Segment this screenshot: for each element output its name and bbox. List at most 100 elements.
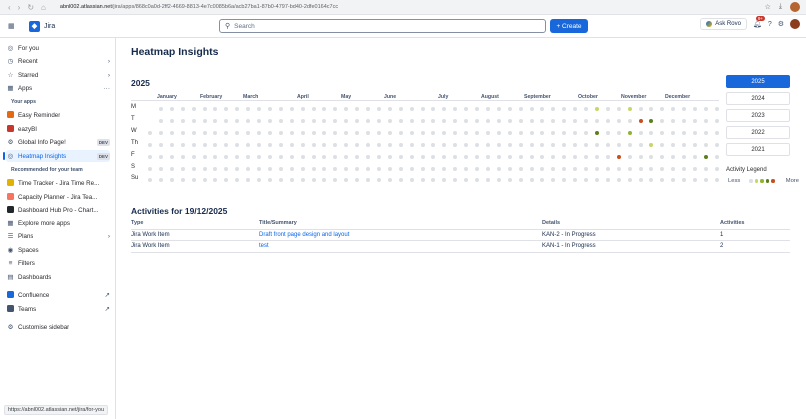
heatmap-cell[interactable] xyxy=(246,130,251,135)
heatmap-cell[interactable] xyxy=(289,142,294,147)
heatmap-cell[interactable] xyxy=(507,107,512,111)
heatmap-cell[interactable] xyxy=(409,154,414,159)
heatmap-cell[interactable] xyxy=(453,118,458,123)
heatmap-cell[interactable] xyxy=(649,166,654,171)
heatmap-cell[interactable] xyxy=(453,130,458,135)
heatmap-cell[interactable] xyxy=(627,154,632,159)
heatmap-cell[interactable] xyxy=(202,178,207,183)
heatmap-cell[interactable] xyxy=(366,118,370,123)
search-input[interactable]: ⚲ Search xyxy=(219,19,546,33)
heatmap-cell[interactable] xyxy=(551,166,556,171)
heatmap-cell[interactable] xyxy=(420,154,425,159)
heatmap-cell[interactable] xyxy=(355,107,360,111)
heatmap-cell[interactable] xyxy=(693,154,697,159)
heatmap-cell[interactable] xyxy=(191,142,196,147)
home-icon[interactable]: ⌂ xyxy=(41,3,46,12)
heatmap-cell[interactable] xyxy=(311,142,316,147)
heatmap-cell[interactable] xyxy=(693,178,697,183)
heatmap-cell[interactable] xyxy=(169,178,174,183)
heatmap-cell[interactable] xyxy=(518,118,523,123)
year-button-2024[interactable]: 2024 xyxy=(726,92,790,105)
heatmap-cell[interactable] xyxy=(540,118,545,123)
heatmap-cell[interactable] xyxy=(682,118,687,123)
heatmap-cell[interactable] xyxy=(496,142,501,147)
heatmap-cell[interactable] xyxy=(464,154,469,159)
heatmap-cell[interactable] xyxy=(562,142,567,147)
heatmap-cell[interactable] xyxy=(289,154,294,159)
heatmap-cell[interactable] xyxy=(660,118,665,123)
heatmap-cell[interactable] xyxy=(191,118,196,123)
heatmap-cell[interactable] xyxy=(693,166,697,171)
heatmap-cell[interactable] xyxy=(496,154,501,159)
heatmap-cell[interactable] xyxy=(158,107,163,111)
heatmap-cell[interactable] xyxy=(409,142,414,147)
heatmap-cell[interactable] xyxy=(431,178,436,183)
heatmap-cell[interactable] xyxy=(714,154,719,159)
year-button-2021[interactable]: 2021 xyxy=(726,143,790,156)
heatmap-cell[interactable] xyxy=(573,178,578,183)
heatmap-cell[interactable] xyxy=(398,107,403,111)
heatmap-cell[interactable] xyxy=(267,154,272,159)
heatmap-cell[interactable] xyxy=(605,154,610,159)
heatmap-cell[interactable] xyxy=(376,118,381,123)
heatmap-cell[interactable] xyxy=(148,130,152,135)
heatmap-cell[interactable] xyxy=(180,118,185,123)
heatmap-cell[interactable] xyxy=(605,178,610,183)
heatmap-cell[interactable] xyxy=(366,107,370,111)
heatmap-cell[interactable] xyxy=(311,130,316,135)
heatmap-cell[interactable] xyxy=(191,130,196,135)
heatmap-cell[interactable] xyxy=(158,154,163,159)
heatmap-cell[interactable] xyxy=(235,107,240,111)
heatmap-cell[interactable] xyxy=(627,178,632,183)
heatmap-cell[interactable] xyxy=(562,154,567,159)
heatmap-cell[interactable] xyxy=(693,142,697,147)
jira-logo-icon[interactable]: ◆ xyxy=(29,20,40,32)
heatmap-cell[interactable] xyxy=(224,118,229,123)
heatmap-cell[interactable] xyxy=(322,154,327,159)
heatmap-cell[interactable] xyxy=(191,166,196,171)
heatmap-cell[interactable] xyxy=(475,178,479,183)
heatmap-cell[interactable] xyxy=(257,178,261,183)
heatmap-cell[interactable] xyxy=(464,118,469,123)
heatmap-cell[interactable] xyxy=(289,107,294,111)
heatmap-cell[interactable] xyxy=(398,130,403,135)
year-button-2025[interactable]: 2025 xyxy=(726,75,790,88)
back-icon[interactable]: ‹ xyxy=(8,3,11,12)
heatmap-cell[interactable] xyxy=(322,178,327,183)
heatmap-cell[interactable] xyxy=(169,154,174,159)
heatmap-cell[interactable] xyxy=(158,142,163,147)
product-name[interactable]: Jira xyxy=(44,23,55,30)
heatmap-cell[interactable] xyxy=(246,107,251,111)
heatmap-cell[interactable] xyxy=(638,118,643,123)
heatmap-cell[interactable] xyxy=(300,154,305,159)
heatmap-cell[interactable] xyxy=(344,166,349,171)
heatmap-cell[interactable] xyxy=(278,118,283,123)
heatmap-cell[interactable] xyxy=(442,130,447,135)
chevron-right-icon[interactable]: › xyxy=(108,58,110,65)
heatmap-cell[interactable] xyxy=(180,130,185,135)
heatmap-cell[interactable] xyxy=(278,142,283,147)
heatmap-cell[interactable] xyxy=(267,166,272,171)
heatmap-cell[interactable] xyxy=(431,107,436,111)
work-item-link[interactable]: Draft front page design and layout xyxy=(259,232,349,238)
heatmap-cell[interactable] xyxy=(224,142,229,147)
user-avatar[interactable] xyxy=(790,19,800,29)
work-item-link[interactable]: test xyxy=(259,243,269,249)
heatmap-cell[interactable] xyxy=(627,107,632,111)
heatmap-cell[interactable] xyxy=(235,154,240,159)
year-button-2022[interactable]: 2022 xyxy=(726,126,790,139)
heatmap-cell[interactable] xyxy=(475,142,479,147)
heatmap-cell[interactable] xyxy=(398,178,403,183)
heatmap-cell[interactable] xyxy=(442,142,447,147)
heatmap-cell[interactable] xyxy=(649,178,654,183)
heatmap-cell[interactable] xyxy=(540,142,545,147)
heatmap-cell[interactable] xyxy=(420,142,425,147)
heatmap-cell[interactable] xyxy=(213,107,218,111)
heatmap-cell[interactable] xyxy=(649,118,654,123)
heatmap-cell[interactable] xyxy=(584,178,588,183)
heatmap-cell[interactable] xyxy=(496,166,501,171)
heatmap-cell[interactable] xyxy=(616,107,621,111)
heatmap-cell[interactable] xyxy=(573,107,578,111)
heatmap-cell[interactable] xyxy=(529,142,534,147)
heatmap-cell[interactable] xyxy=(649,154,654,159)
